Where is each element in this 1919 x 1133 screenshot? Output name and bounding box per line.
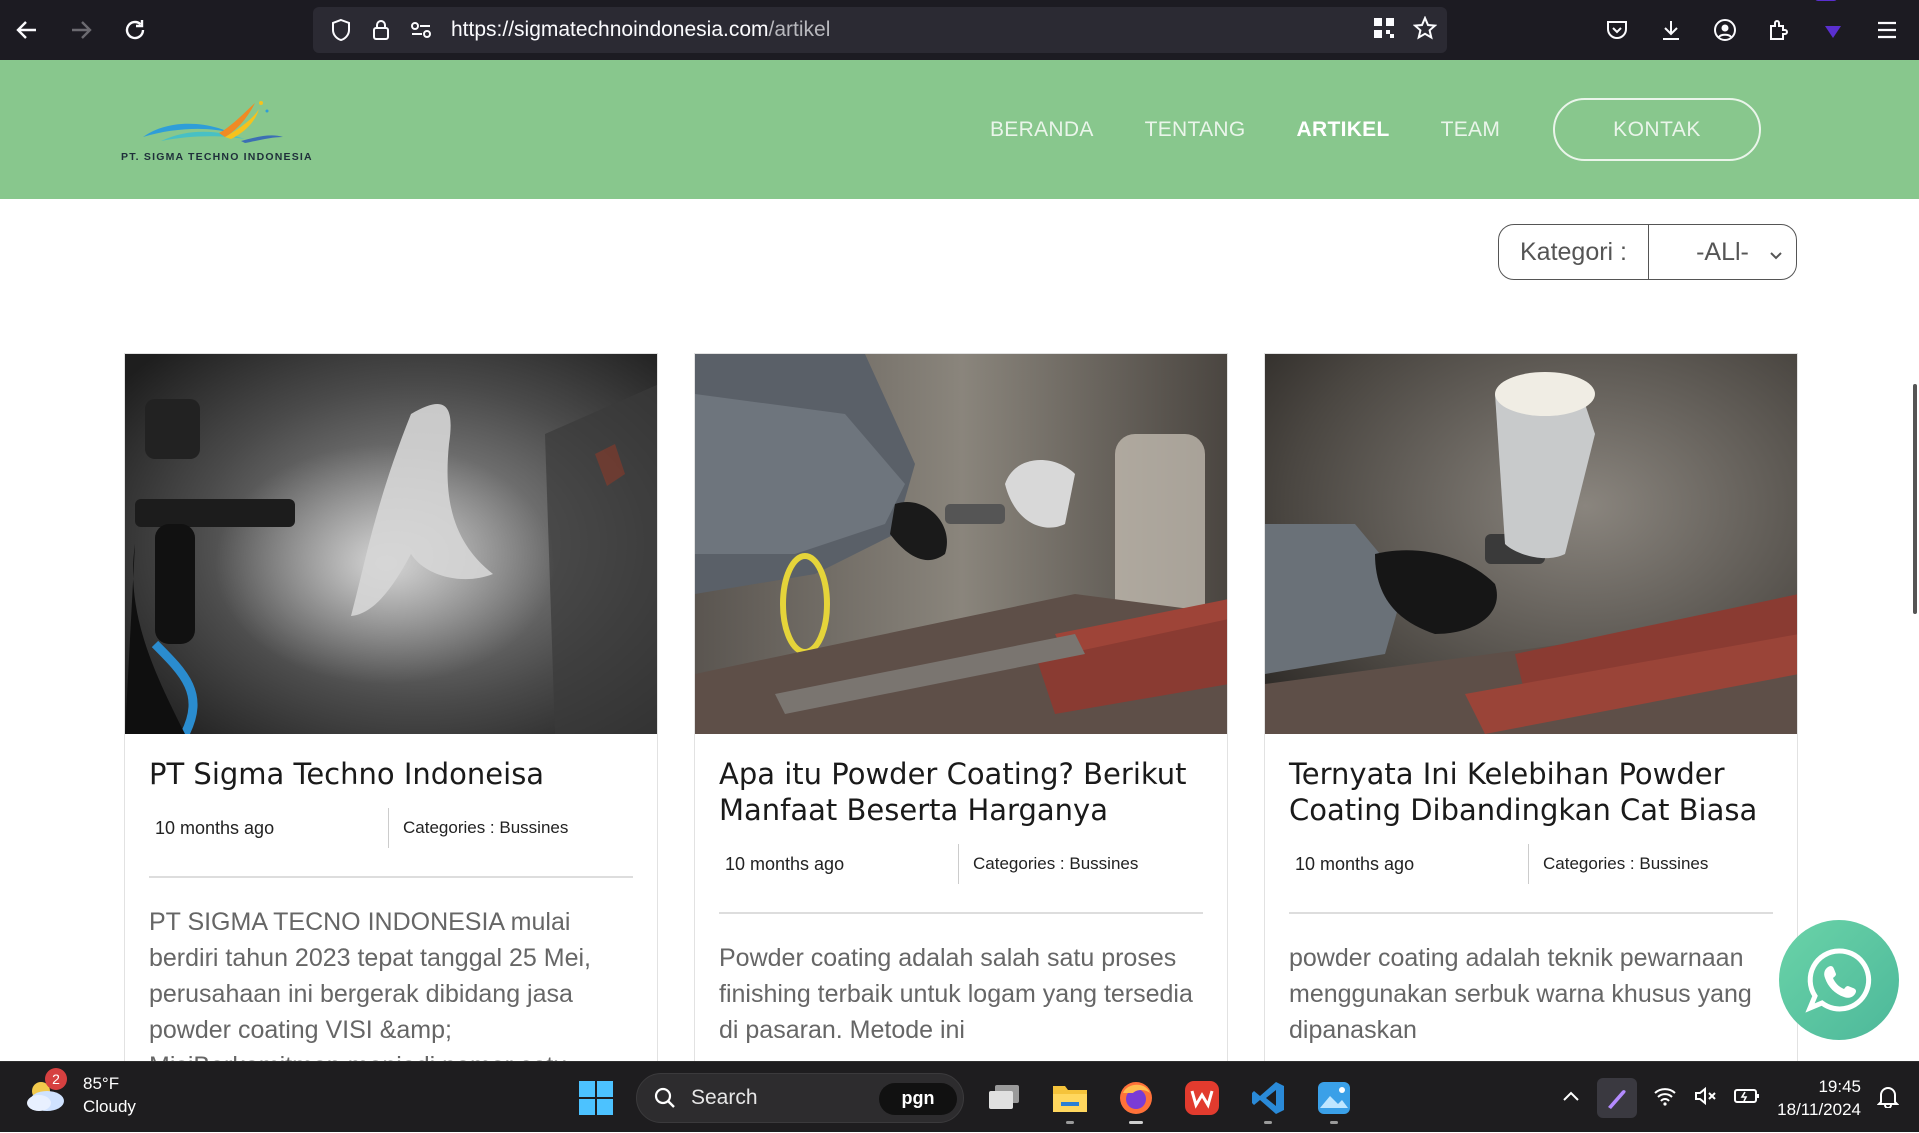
search-icon [654,1087,675,1108]
logo-swoosh-icon [143,101,283,143]
extension-badge-icon[interactable]: 12 [1811,0,1855,60]
weather-widget[interactable]: 2 85°F Cloudy [25,1068,136,1118]
file-explorer-icon[interactable] [1044,1072,1096,1124]
forward-icon[interactable] [54,0,108,60]
windows-start-icon[interactable] [570,1072,622,1124]
clock-time: 19:45 [1818,1076,1861,1096]
search-label: Search [691,1085,758,1109]
article-image-spray-gun-worker[interactable] [695,354,1227,734]
firefox-icon[interactable] [1110,1072,1162,1124]
taskbar-search[interactable]: Search pgn [636,1072,964,1123]
nav-beranda[interactable]: BERANDA [990,118,1094,142]
nav-team[interactable]: TEAM [1441,118,1501,142]
wps-office-icon[interactable] [1176,1072,1228,1124]
system-tray: 19:45 18/11/2024 [1561,1062,1900,1133]
divider [149,876,633,878]
active-indicator [1129,1120,1143,1124]
article-meta: 10 months ago Categories : Bussines [149,808,633,848]
divider [1289,912,1773,914]
article-title[interactable]: Ternyata Ini Kelebihan Powder Coating Di… [1289,756,1773,828]
category-select-value: -ALl- [1696,237,1749,266]
reload-icon[interactable] [108,0,162,60]
battery-charging-icon[interactable] [1733,1086,1761,1110]
extensions-icon[interactable] [1757,0,1801,60]
article-excerpt: Powder coating adalah salah satu proses … [719,944,1193,1044]
article-time: 10 months ago [719,844,959,884]
article-meta: 10 months ago Categories : Bussines [1289,844,1773,884]
bookmark-star-icon[interactable] [1412,15,1438,44]
back-icon[interactable] [0,0,54,60]
url-bar[interactable]: https://sigmatechnoindonesia.com/artikel [313,7,1447,53]
weather-temp: 85°F [83,1074,120,1093]
shield-icon[interactable] [321,18,361,42]
clock-date: 18/11/2024 [1777,1099,1861,1119]
article-card[interactable]: Apa itu Powder Coating? Berikut Manfaat … [694,353,1228,1073]
article-time: 10 months ago [1289,844,1529,884]
running-indicator [1066,1120,1074,1124]
chevron-down-icon [1768,241,1784,270]
article-category: Categories : Bussines [403,818,569,837]
taskbar: 2 85°F Cloudy Search pgn 19:45 18/11/202… [0,1061,1919,1132]
article-title[interactable]: Apa itu Powder Coating? Berikut Manfaat … [719,756,1203,828]
divider [719,912,1203,914]
category-filter-label: Kategori : [1499,225,1649,279]
notification-bell-icon[interactable] [1876,1084,1900,1112]
chevron-up-icon[interactable] [1561,1088,1581,1107]
account-icon[interactable] [1703,0,1747,60]
article-time: 10 months ago [149,808,389,848]
article-meta: 10 months ago Categories : Bussines [719,844,1203,884]
menu-icon[interactable] [1865,0,1909,60]
weather-desc: Cloudy [83,1097,136,1116]
pocket-icon[interactable] [1595,0,1639,60]
system-clock[interactable]: 19:45 18/11/2024 [1777,1075,1861,1121]
article-category: Categories : Bussines [973,854,1139,873]
extension-badge-count: 12 [1815,0,1838,1]
nav-tentang[interactable]: TENTANG [1145,118,1246,142]
vscode-icon[interactable] [1242,1072,1294,1124]
article-category: Categories : Bussines [1543,854,1709,873]
permissions-icon[interactable] [401,20,441,40]
volume-muted-icon[interactable] [1693,1085,1717,1111]
article-card[interactable]: PT Sigma Techno Indoneisa 10 months ago … [124,353,658,1073]
search-highlight-badge: pgn [879,1082,957,1115]
browser-toolbar: https://sigmatechnoindonesia.com/artikel… [0,0,1919,60]
article-excerpt: powder coating adalah teknik pewarnaan m… [1289,944,1752,1044]
pen-menu-icon[interactable] [1597,1077,1638,1118]
logo-text: PT. SIGMA TECHNO INDONESIA [121,151,313,163]
weather-badge: 2 [45,1068,67,1090]
url-host: https://sigmatechnoindonesia.com [451,18,769,41]
article-excerpt: PT SIGMA TECNO INDONESIA mulai berdiri t… [149,908,591,1072]
kontak-button[interactable]: KONTAK [1553,98,1761,161]
photos-icon[interactable] [1308,1072,1360,1124]
running-indicator [1264,1120,1272,1124]
download-icon[interactable] [1649,0,1693,60]
article-image-spray-gun-closeup[interactable] [1265,354,1797,734]
wifi-icon[interactable] [1653,1086,1677,1110]
company-logo[interactable]: PT. SIGMA TECHNO INDONESIA [121,97,312,163]
main-nav: BERANDA TENTANG ARTIKEL TEAM [990,60,1500,199]
category-filter: Kategori : -ALl- [1498,224,1797,280]
site-header: PT. SIGMA TECHNO INDONESIA BERANDA TENTA… [0,60,1919,199]
nav-artikel[interactable]: ARTIKEL [1297,118,1390,142]
lock-icon[interactable] [361,18,401,42]
task-view-icon[interactable] [978,1072,1030,1124]
article-card[interactable]: Ternyata Ini Kelebihan Powder Coating Di… [1264,353,1798,1073]
whatsapp-button[interactable] [1779,920,1899,1040]
article-image-spray-coating[interactable] [125,354,657,734]
page-scrollbar[interactable] [1913,384,1917,614]
category-select[interactable]: -ALl- [1649,225,1796,279]
url-text[interactable]: https://sigmatechnoindonesia.com/artikel [451,18,830,42]
running-indicator [1330,1120,1338,1124]
whatsapp-icon [1805,948,1872,1013]
url-path: /artikel [768,18,831,41]
article-title[interactable]: PT Sigma Techno Indoneisa [149,756,633,792]
qr-code-icon[interactable] [1373,17,1395,43]
